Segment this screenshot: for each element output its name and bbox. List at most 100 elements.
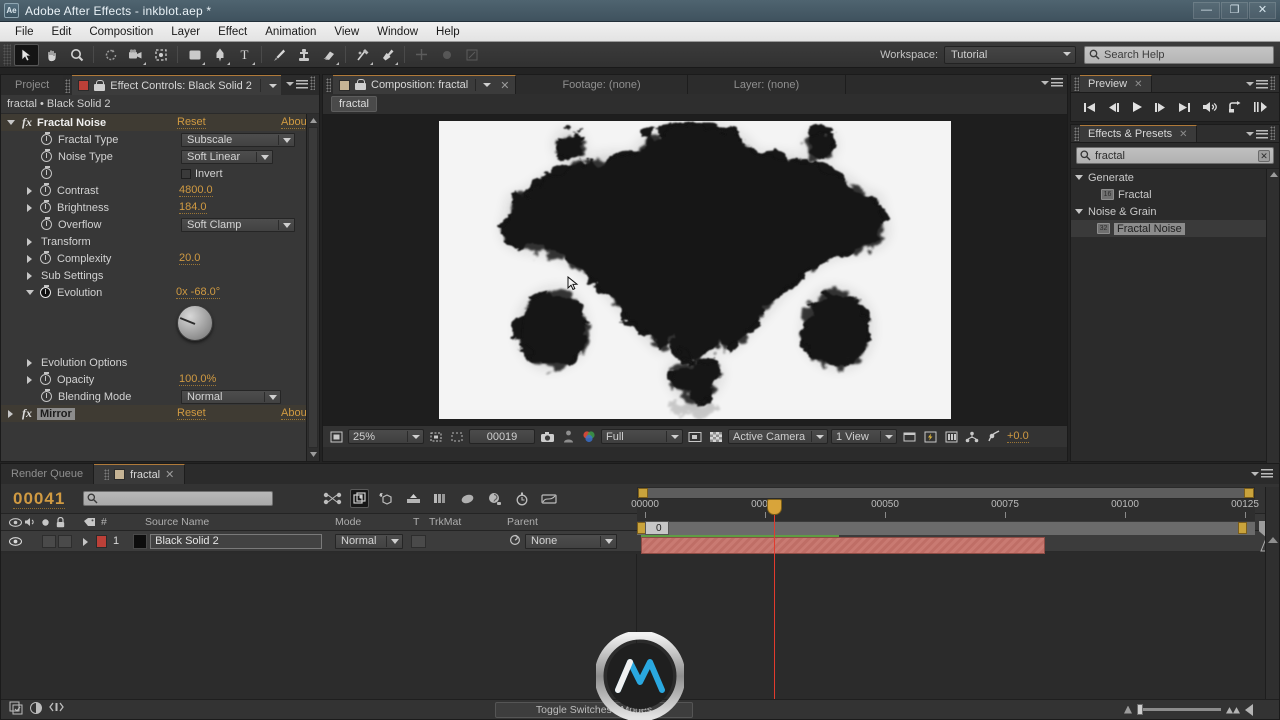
timeline-search-input[interactable] xyxy=(83,491,274,506)
parent-pickwhip-icon[interactable] xyxy=(509,534,521,549)
stopwatch-icon[interactable] xyxy=(40,183,51,196)
effects-presets-panel-menu[interactable] xyxy=(1246,126,1275,140)
zoom-out-icon[interactable] xyxy=(1124,705,1132,714)
search-help-field[interactable]: Search Help xyxy=(1084,45,1274,64)
effect-controls-scrollbar[interactable] xyxy=(306,114,319,461)
first-frame-button[interactable] xyxy=(1083,102,1096,113)
property-row-opacity[interactable]: Opacity 100.0% xyxy=(1,371,319,388)
column-header-trkmat[interactable]: TrkMat xyxy=(429,516,461,528)
current-time-field[interactable]: 00019 xyxy=(469,429,535,444)
preview-panel-menu[interactable] xyxy=(1246,76,1275,90)
collapse-panel-icon[interactable] xyxy=(1245,703,1253,716)
property-row-overflow[interactable]: Overflow Soft Clamp xyxy=(1,216,319,233)
composition-mini-flowchart-icon[interactable] xyxy=(9,701,24,718)
effect-header-fractal-noise[interactable]: fx Fractal Noise Reset Abou xyxy=(1,114,319,131)
next-frame-button[interactable] xyxy=(1154,102,1167,113)
property-row-evolution[interactable]: Evolution 0x -68.0° xyxy=(1,284,319,301)
menu-item-help[interactable]: Help xyxy=(427,24,469,40)
layer-video-toggle[interactable] xyxy=(8,536,23,546)
pen-tool[interactable] xyxy=(207,44,232,66)
stopwatch-icon[interactable] xyxy=(41,217,52,230)
tab-effect-controls[interactable]: Effect Controls: Black Solid 2 xyxy=(72,75,281,95)
menu-item-edit[interactable]: Edit xyxy=(43,24,81,40)
twirl-right-icon[interactable] xyxy=(26,237,35,246)
effect-header-mirror[interactable]: fx Mirror Reset Abou xyxy=(1,405,319,422)
stretch-icon[interactable] xyxy=(49,701,64,718)
show-snapshot-icon[interactable] xyxy=(559,428,577,445)
property-row-contrast[interactable]: Contrast 4800.0 xyxy=(1,182,319,199)
twirl-right-icon[interactable] xyxy=(7,409,16,418)
ram-preview-button[interactable] xyxy=(1253,101,1268,113)
stopwatch-icon[interactable] xyxy=(41,149,52,162)
comp-breadcrumb-chip[interactable]: fractal xyxy=(331,96,377,112)
enable-motion-blur-icon[interactable] xyxy=(431,489,450,508)
panel-grip-icon[interactable] xyxy=(104,469,110,480)
twirl-right-icon[interactable] xyxy=(26,254,35,263)
property-row-invert[interactable]: Invert xyxy=(1,165,319,182)
contrast-value[interactable]: 4800.0 xyxy=(179,184,213,197)
twirl-down-icon[interactable] xyxy=(1075,207,1084,216)
hand-tool[interactable] xyxy=(39,44,64,66)
close-icon[interactable]: ✕ xyxy=(1179,129,1187,140)
evolution-angle-dial[interactable] xyxy=(177,305,213,341)
tab-timeline-fractal[interactable]: fractal ✕ xyxy=(94,464,186,484)
auto-keyframe-icon[interactable] xyxy=(512,489,531,508)
resolution-select[interactable]: Full xyxy=(601,429,683,444)
stopwatch-icon[interactable] xyxy=(40,372,51,385)
property-row-evolution-options[interactable]: Evolution Options xyxy=(1,354,319,371)
layer-mode-dropdown[interactable]: Normal xyxy=(335,533,403,549)
layer-lock-toggle[interactable] xyxy=(58,534,72,548)
timeline-layer-area[interactable] xyxy=(1,554,637,699)
effect-about-link[interactable]: Abou xyxy=(281,407,307,420)
stopwatch-icon[interactable] xyxy=(41,389,52,402)
property-row-complexity[interactable]: Complexity 20.0 xyxy=(1,250,319,267)
menu-item-animation[interactable]: Animation xyxy=(256,24,325,40)
stopwatch-icon[interactable] xyxy=(41,166,52,179)
time-ruler[interactable]: 00000 00025 00050 00075 00100 00125 xyxy=(631,499,1259,521)
layer-label-color[interactable] xyxy=(96,534,107,548)
nav-handle-left[interactable] xyxy=(638,488,648,498)
toggle-transparency-grid-icon[interactable] xyxy=(327,428,345,445)
stopwatch-icon[interactable] xyxy=(40,285,51,298)
twirl-right-icon[interactable] xyxy=(26,203,35,212)
layer-parent-dropdown[interactable]: None xyxy=(525,533,617,549)
tab-layer[interactable]: Layer: (none) xyxy=(687,75,847,94)
scrollbar-thumb[interactable] xyxy=(308,127,318,448)
views-select[interactable]: 1 View xyxy=(831,429,897,444)
fractal-type-dropdown[interactable]: Subscale xyxy=(181,132,295,147)
toolbar-grip-icon[interactable] xyxy=(3,43,11,66)
twirl-right-icon[interactable] xyxy=(26,358,35,367)
twirl-right-icon[interactable] xyxy=(26,271,35,280)
layer-source-name[interactable]: Black Solid 2 xyxy=(150,533,323,549)
composition-viewer[interactable] xyxy=(323,115,1067,425)
stopwatch-icon[interactable] xyxy=(40,200,51,213)
region-of-interest-icon[interactable] xyxy=(427,428,445,445)
menu-item-effect[interactable]: Effect xyxy=(209,24,256,40)
exposure-value[interactable]: +0.0 xyxy=(1007,430,1029,443)
last-frame-button[interactable] xyxy=(1178,102,1191,113)
motion-sketch-icon[interactable] xyxy=(539,489,558,508)
close-button[interactable]: ✕ xyxy=(1249,2,1276,19)
property-row-noise-type[interactable]: Noise Type Soft Linear xyxy=(1,148,319,165)
brightness-value[interactable]: 184.0 xyxy=(179,201,207,214)
menu-item-file[interactable]: File xyxy=(6,24,43,40)
work-area-end-handle[interactable] xyxy=(1238,522,1247,534)
camera-tool[interactable] xyxy=(123,44,148,66)
menu-item-composition[interactable]: Composition xyxy=(80,24,162,40)
noise-type-dropdown[interactable]: Soft Linear xyxy=(181,149,273,164)
work-area-bar[interactable]: 0 xyxy=(637,521,1255,535)
effects-search-input[interactable]: fractal ✕ xyxy=(1076,147,1274,164)
timeline-current-time[interactable]: 00041 xyxy=(13,489,66,509)
scroll-up-icon[interactable] xyxy=(1270,172,1278,177)
complexity-value[interactable]: 20.0 xyxy=(179,252,201,265)
hide-shy-layers-icon[interactable] xyxy=(377,489,396,508)
scroll-up-icon[interactable] xyxy=(307,114,319,127)
camera-view-select[interactable]: Active Camera xyxy=(728,429,828,444)
roto-brush-tool[interactable] xyxy=(350,44,375,66)
shape-tool[interactable] xyxy=(182,44,207,66)
opacity-value[interactable]: 100.0% xyxy=(179,373,217,386)
effect-reset-link[interactable]: Reset xyxy=(177,116,206,129)
lock-icon[interactable] xyxy=(355,79,366,91)
close-icon[interactable]: ✕ xyxy=(500,79,509,92)
column-header-source-name[interactable]: Source Name xyxy=(145,516,209,528)
